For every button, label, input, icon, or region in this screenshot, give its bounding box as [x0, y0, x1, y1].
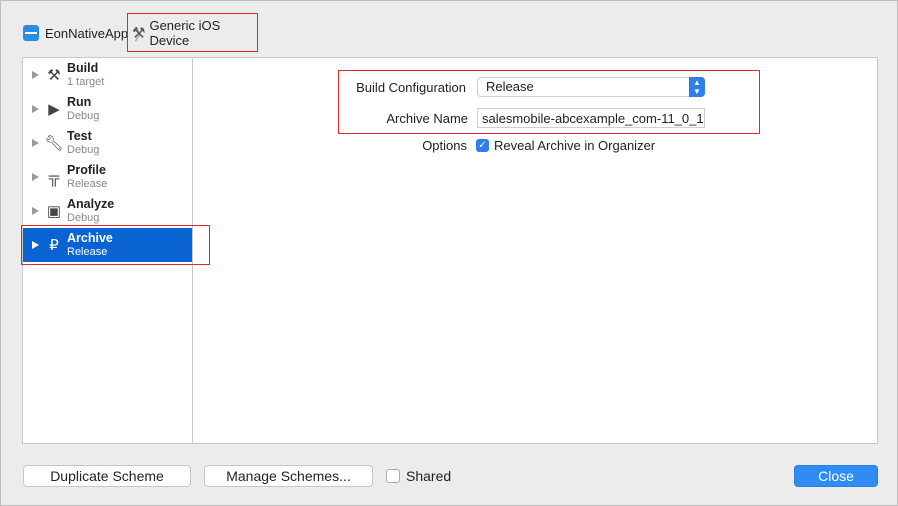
item-title: Analyze	[67, 197, 115, 211]
sidebar-item-build[interactable]: ⚒ Build 1 target	[23, 58, 192, 92]
close-button[interactable]: Close	[794, 465, 878, 487]
disclosure-triangle-icon[interactable]	[32, 173, 39, 181]
item-title: Build	[67, 61, 99, 75]
archive-highlight	[21, 225, 210, 265]
breadcrumb-app[interactable]: EonNativeApp	[45, 26, 128, 41]
archive-name-input[interactable]	[477, 108, 705, 128]
disclosure-triangle-icon[interactable]	[32, 71, 39, 79]
disclosure-triangle-icon[interactable]	[32, 139, 39, 147]
options-label: Options	[422, 138, 467, 153]
build-config-select[interactable]: Release ▲ ▼	[477, 77, 705, 97]
hammer-icon: ⚒	[47, 67, 61, 84]
checkbox-unchecked-icon[interactable]	[386, 469, 400, 483]
build-config-label: Build Configuration	[356, 80, 466, 95]
play-icon: ▶	[48, 101, 60, 118]
analyze-icon: ▣	[46, 203, 62, 220]
reveal-archive-option[interactable]: ✓ Reveal Archive in Organizer	[476, 138, 655, 153]
wrench-icon: 🔧︎	[44, 135, 64, 152]
sidebar-item-profile[interactable]: ╦ Profile Release	[23, 160, 192, 194]
duplicate-scheme-button[interactable]: Duplicate Scheme	[23, 465, 191, 487]
item-subtitle: 1 target	[67, 76, 105, 88]
item-subtitle: Debug	[67, 110, 100, 122]
sidebar-item-analyze[interactable]: ▣ Analyze Debug	[23, 194, 192, 228]
archive-name-label: Archive Name	[386, 111, 468, 126]
sidebar-item-run[interactable]: ▶ Run Debug	[23, 92, 192, 126]
stepper-icon: ▲ ▼	[689, 77, 705, 97]
item-title: Run	[67, 95, 92, 109]
gauge-icon: ╦	[48, 168, 60, 186]
item-subtitle: Debug	[67, 212, 100, 224]
disclosure-triangle-icon[interactable]	[32, 207, 39, 215]
item-subtitle: Debug	[67, 144, 100, 156]
sidebar-item-test[interactable]: 🔧︎ Test Debug	[23, 126, 192, 160]
manage-schemes-button[interactable]: Manage Schemes...	[204, 465, 373, 487]
item-title: Profile	[67, 163, 106, 177]
device-selector[interactable]: ⚒ Generic iOS Device	[127, 13, 258, 52]
build-config-value: Release	[486, 79, 534, 94]
reveal-label: Reveal Archive in Organizer	[494, 138, 656, 153]
item-subtitle: Release	[67, 178, 108, 190]
disclosure-triangle-icon[interactable]	[32, 105, 39, 113]
device-name: Generic iOS Device	[149, 17, 221, 48]
item-title: Test	[67, 129, 92, 143]
shared-label: Shared	[406, 468, 452, 484]
app-icon	[23, 25, 39, 41]
hammer-icon: ⚒	[132, 24, 146, 42]
shared-option[interactable]: Shared	[386, 468, 451, 484]
checkbox-checked-icon[interactable]: ✓	[476, 139, 489, 152]
